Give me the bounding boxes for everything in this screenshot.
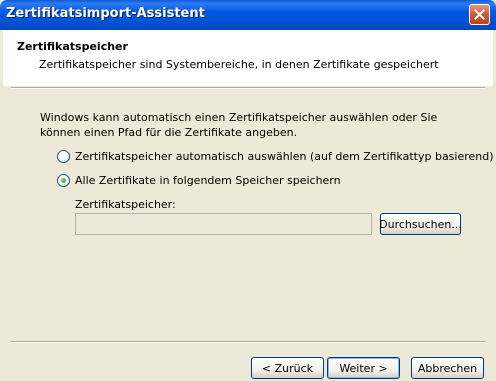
close-button[interactable] [469, 4, 490, 25]
wizard-header: Zertifikatspeicher Zertifikatspeicher si… [3, 30, 493, 86]
radio-custom-store[interactable]: Alle Zertifikate in folgendem Speicher s… [57, 174, 341, 187]
close-icon [474, 9, 485, 20]
back-button[interactable]: < Zurück [251, 357, 324, 379]
window-title: Zertifikatsimport-Assistent [6, 6, 205, 21]
browse-button[interactable]: Durchsuchen... [379, 213, 462, 235]
wizard-window: Zertifikatsimport-Assistent Zertifikatsp… [0, 0, 496, 381]
page-title: Zertifikatspeicher [17, 40, 128, 53]
store-field[interactable] [75, 213, 372, 235]
footer-separator [11, 341, 485, 343]
radio-auto-select[interactable]: Zertifikatspeicher automatisch auswählen… [57, 150, 494, 163]
next-button[interactable]: Weiter > [327, 357, 400, 379]
intro-text: Windows kann automatisch einen Zertifika… [40, 111, 438, 139]
title-bar[interactable]: Zertifikatsimport-Assistent [0, 0, 496, 30]
radio-selected-dot [61, 178, 66, 183]
radio-auto-indicator[interactable] [57, 150, 70, 163]
wizard-client-area: Zertifikatspeicher Zertifikatspeicher si… [3, 30, 494, 379]
page-subtitle: Zertifikatspeicher sind Systembereiche, … [39, 58, 439, 71]
radio-custom-indicator[interactable] [57, 174, 70, 187]
store-label: Zertifikatspeicher: [75, 198, 176, 211]
radio-auto-label: Zertifikatspeicher automatisch auswählen… [75, 150, 494, 163]
cancel-button[interactable]: Abbrechen [411, 357, 484, 379]
radio-custom-label: Alle Zertifikate in folgendem Speicher s… [75, 174, 341, 187]
header-separator [11, 87, 485, 89]
